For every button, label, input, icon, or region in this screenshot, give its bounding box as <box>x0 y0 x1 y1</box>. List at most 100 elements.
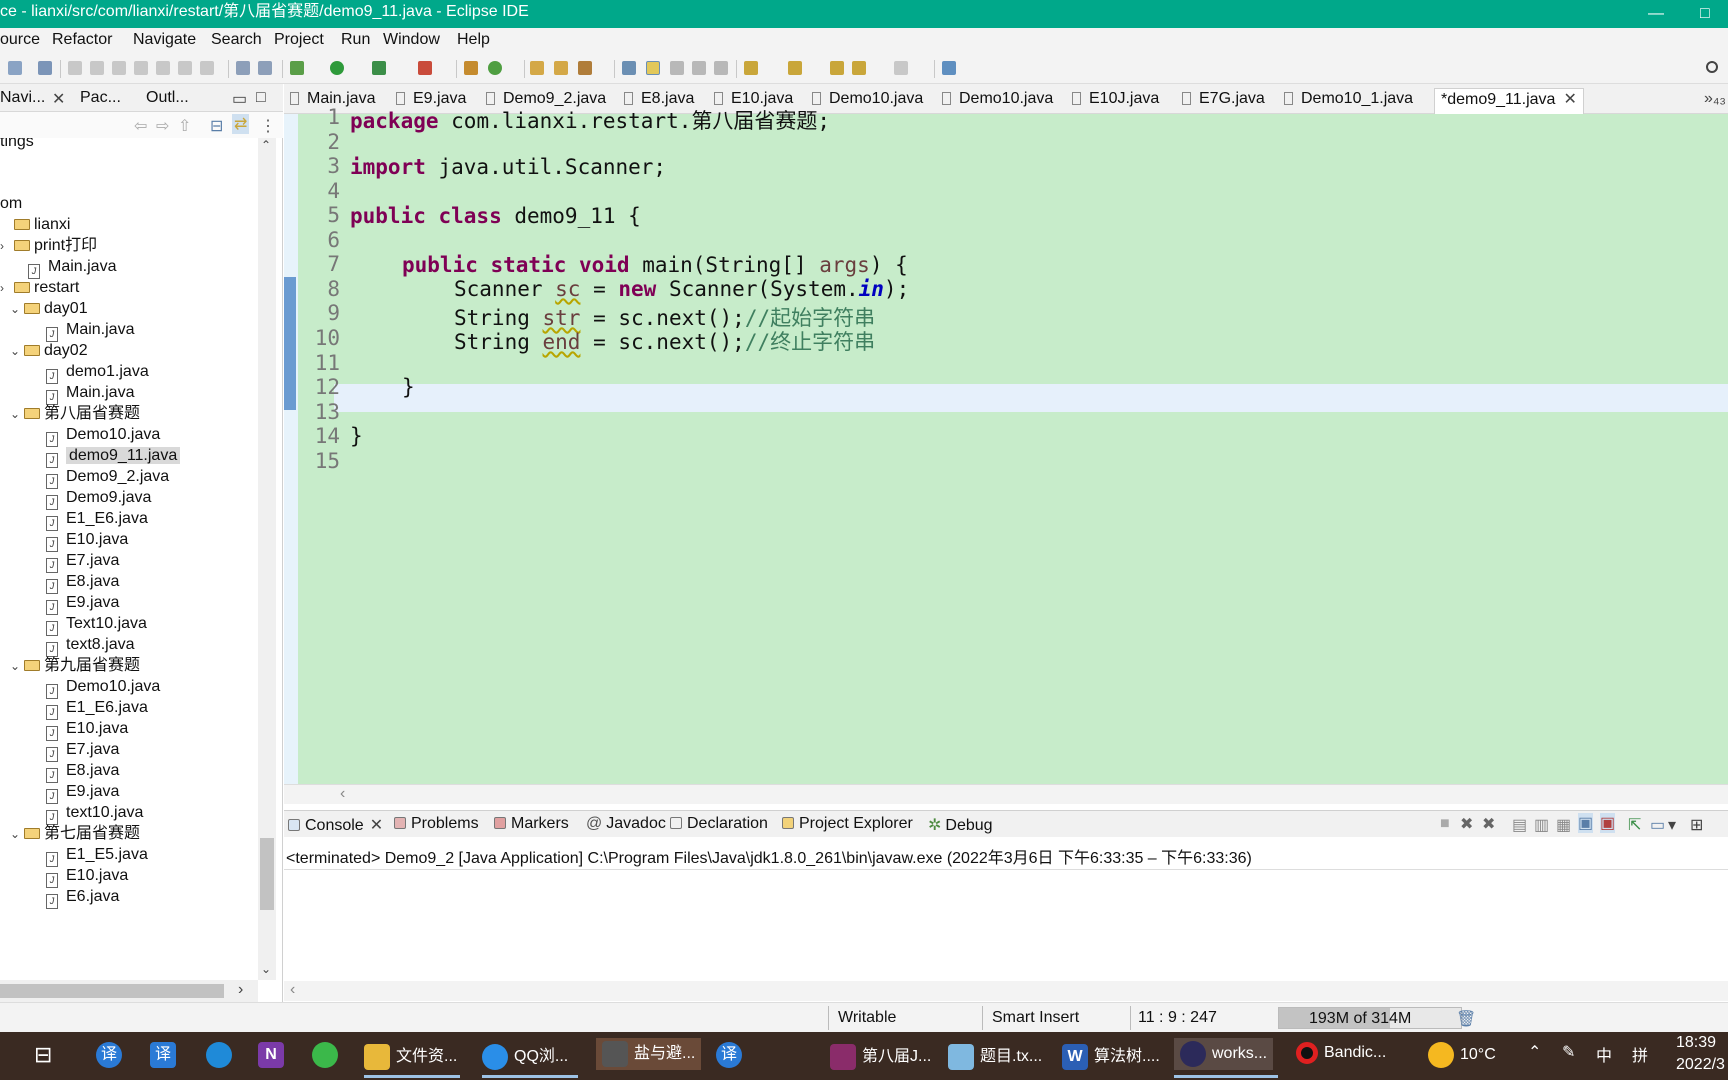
back-icon[interactable] <box>852 61 866 75</box>
chevron-icon[interactable]: ⌄ <box>10 823 24 845</box>
collapse-all-icon[interactable]: ⊟ <box>210 116 223 136</box>
tree-file[interactable]: J E7.java <box>46 550 119 573</box>
edge-icon[interactable] <box>206 1042 238 1068</box>
eclipse-icon[interactable]: works... <box>1174 1038 1274 1070</box>
tree-vertical-scrollbar[interactable]: ⌃ ⌄ <box>258 138 276 980</box>
step-into-icon[interactable] <box>156 61 170 75</box>
code-area[interactable]: 1 2 3 4 5 6 7 8 9 10 11 12 13 14 15 package com.lianxi… <box>298 105 1728 784</box>
tab-outline[interactable]: Outl... <box>146 89 189 107</box>
step-return-icon[interactable] <box>200 61 214 75</box>
tree-folder[interactable]: ⌄ day02 <box>10 340 88 362</box>
new-class-icon[interactable] <box>488 61 502 75</box>
tree-file[interactable]: Jdemo9_11.java <box>46 445 181 468</box>
tree-folder[interactable]: lianxi <box>0 214 70 236</box>
tree-file[interactable]: J E9.java <box>46 592 119 615</box>
ime-pinyin[interactable]: 拼 <box>1632 1042 1648 1066</box>
editor-tab-active[interactable]: *demo9_11.java ✕ <box>1434 88 1584 114</box>
disconnect-icon[interactable] <box>134 61 148 75</box>
chevron-icon[interactable]: › <box>0 235 14 257</box>
tree-folder[interactable]: › restart <box>0 277 79 299</box>
tree-file[interactable]: J Text10.java <box>46 613 147 636</box>
tree-folder[interactable]: ⌄ day01 <box>10 298 88 320</box>
chevron-up-icon[interactable]: ⌃ <box>1528 1042 1541 1062</box>
tree-file[interactable]: J Main.java <box>28 256 116 279</box>
menu-refactor[interactable]: Refactor <box>52 31 112 49</box>
menu-window[interactable]: Window <box>383 31 440 49</box>
tree-item[interactable]: om <box>0 193 22 215</box>
tree-file[interactable]: Jtext10.java <box>46 802 143 825</box>
tree-folder[interactable]: ⌄ 第八届省赛题 <box>10 403 140 425</box>
onenote-icon[interactable]: N <box>258 1042 290 1068</box>
tab-markers[interactable]: Markers <box>494 815 569 833</box>
run-icon[interactable] <box>330 61 344 75</box>
scrollbar-thumb[interactable] <box>260 838 274 910</box>
clock-date[interactable]: 2022/3 <box>1676 1056 1725 1074</box>
chevron-icon[interactable]: › <box>0 277 14 299</box>
open-perspective-icon[interactable] <box>942 61 956 75</box>
menu-run[interactable]: Run <box>341 31 370 49</box>
terminate-icon[interactable]: ■ <box>1440 815 1450 833</box>
close-icon[interactable]: ✕ <box>52 89 65 109</box>
weather-icon[interactable]: 10°C <box>1428 1042 1496 1068</box>
winrar-icon[interactable]: 第八届J... <box>830 1042 931 1070</box>
editor-tab[interactable]: Demo10_1.java <box>1284 88 1413 114</box>
show-stdout-icon[interactable]: ▣ <box>1578 813 1594 833</box>
forward-icon[interactable]: ⇨ <box>156 116 169 136</box>
tree-file[interactable]: J E8.java <box>46 571 119 594</box>
console-horizontal-scrollbar[interactable]: ‹ <box>284 981 1728 1001</box>
editor-tab[interactable]: E7G.java <box>1182 88 1265 114</box>
wechat-icon[interactable] <box>312 1042 344 1068</box>
tree-folder[interactable]: ⌄ 第七届省赛题 <box>10 823 140 845</box>
tab-declaration[interactable]: Declaration <box>670 815 768 833</box>
tab-overflow-button[interactable]: »₄₃ <box>1704 88 1726 114</box>
tab-problems[interactable]: Problems <box>394 815 479 833</box>
chevron-icon[interactable]: ⌄ <box>10 403 24 425</box>
open-task-icon[interactable] <box>554 61 568 75</box>
toggle-ant-editor-icon[interactable] <box>622 61 636 75</box>
new-java-project-icon[interactable] <box>464 61 478 75</box>
tree-file[interactable]: J E10.java <box>46 865 128 888</box>
tab-project-explorer[interactable]: Project Explorer <box>782 815 913 833</box>
file-explorer-icon[interactable]: 文件资... <box>364 1042 457 1070</box>
toggle-mark-occurrences-icon[interactable] <box>646 61 660 75</box>
chevron-icon[interactable]: ⌄ <box>10 340 24 362</box>
debug-icon[interactable] <box>290 61 304 75</box>
tab-console[interactable]: Console ✕ <box>288 815 383 835</box>
tree-file[interactable]: J Demo10.java <box>46 424 160 447</box>
block-selection-icon[interactable] <box>692 61 706 75</box>
clock-time[interactable]: 18:39 <box>1676 1034 1716 1052</box>
pin-console-icon[interactable]: ⇱ <box>1628 815 1641 835</box>
chevron-down-icon[interactable]: ▾ <box>1668 815 1676 835</box>
tree-item[interactable]: tings <box>0 138 34 153</box>
tree-file[interactable]: J Main.java <box>46 382 134 405</box>
skip-breakpoints-icon[interactable] <box>38 61 52 75</box>
remove-all-icon[interactable]: ✖ <box>1482 814 1495 834</box>
show-whitespace-icon[interactable] <box>714 61 728 75</box>
resume-icon[interactable] <box>68 61 82 75</box>
tree-file[interactable]: J E6.java <box>46 886 119 909</box>
word-wrap-icon[interactable] <box>670 61 684 75</box>
game-icon[interactable]: 盐与避... <box>596 1038 702 1070</box>
tree-file[interactable]: Jtext8.java <box>46 634 134 657</box>
terminate-icon[interactable] <box>112 61 126 75</box>
tab-package-explorer[interactable]: Pac... <box>80 89 121 107</box>
tree-file[interactable]: J E9.java <box>46 781 119 804</box>
coverage-icon[interactable] <box>372 61 386 75</box>
task-view-icon[interactable]: ⊟ <box>34 1042 52 1068</box>
external-tools-icon[interactable] <box>418 61 432 75</box>
close-icon[interactable]: ✕ <box>370 817 383 834</box>
garbage-collect-icon[interactable]: 🗑 <box>1456 1009 1476 1029</box>
forward-icon[interactable] <box>894 61 908 75</box>
tree-file[interactable]: Jdemo1.java <box>46 361 149 384</box>
menu-help[interactable]: Help <box>457 31 490 49</box>
menu-search[interactable]: Search <box>211 31 262 49</box>
qq-browser-icon[interactable]: QQ浏... <box>482 1042 568 1070</box>
tab-navigator[interactable]: Navi... <box>0 89 45 107</box>
translate-icon-3[interactable]: 译 <box>716 1042 748 1068</box>
editor-tab[interactable]: E10J.java <box>1072 88 1159 114</box>
open-type-icon[interactable] <box>530 61 544 75</box>
minimize-view-icon[interactable]: ▭ <box>232 89 247 109</box>
tree-file[interactable]: J E1_E6.java <box>46 697 148 720</box>
editor-tab[interactable]: Demo10.java <box>942 88 1053 114</box>
heap-status[interactable]: 193M of 314M <box>1278 1007 1462 1029</box>
